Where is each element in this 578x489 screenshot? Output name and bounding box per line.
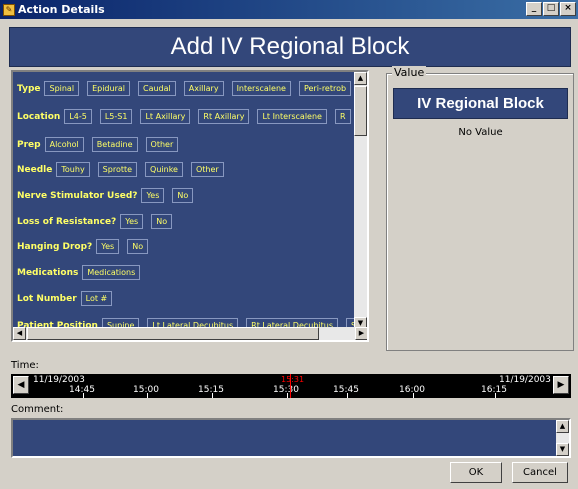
- option-button[interactable]: Rt Axillary: [198, 109, 250, 124]
- options-panel: Type Spinal Epidural Caudal Axillary Int…: [11, 70, 369, 342]
- title-bar: ✎ Action Details _ □ ×: [0, 0, 578, 19]
- option-button[interactable]: L5-S1: [99, 109, 133, 124]
- row-label: Hanging Drop?: [17, 241, 93, 252]
- timeline-tick-label: 15:15: [198, 385, 224, 395]
- option-button[interactable]: Alcohol: [44, 137, 84, 152]
- row-prep: Prep Alcohol Betadine Other: [17, 137, 186, 152]
- timeline-tick: [212, 393, 213, 398]
- comment-scrollbar[interactable]: ▲ ▼: [556, 420, 569, 456]
- timeline[interactable]: ◀ 11/19/2003 14:45 15:00 15:15 15:30 15:…: [11, 374, 571, 398]
- option-button[interactable]: No: [151, 214, 173, 229]
- row-loss-of-resistance: Loss of Resistance? Yes No: [17, 214, 180, 229]
- timeline-tick-label: 15:30: [273, 385, 299, 395]
- option-button[interactable]: L4-5: [64, 109, 92, 124]
- page-title: Add IV Regional Block: [170, 33, 410, 60]
- row-needle: Needle Touhy Sprotte Quinke Other: [17, 162, 232, 177]
- timeline-next-icon[interactable]: ▶: [553, 376, 569, 394]
- timeline-tick: [413, 393, 414, 398]
- timeline-prev-icon[interactable]: ◀: [13, 376, 29, 394]
- vertical-scrollbar[interactable]: ▲ ▼: [354, 72, 367, 330]
- timeline-tick-label: 14:45: [69, 385, 95, 395]
- comment-label: Comment:: [11, 404, 64, 415]
- time-label: Time:: [11, 360, 39, 371]
- option-button[interactable]: Epidural: [87, 81, 130, 96]
- option-button[interactable]: Yes: [96, 239, 120, 254]
- window-title: Action Details: [18, 3, 105, 16]
- row-location: Location L4-5 L5-S1 Lt Axillary Rt Axill…: [17, 109, 359, 124]
- current-time-label: 15:31: [281, 375, 305, 384]
- option-button[interactable]: Other: [190, 162, 224, 177]
- option-button[interactable]: Lt Axillary: [140, 109, 191, 124]
- row-label: Prep: [17, 139, 41, 150]
- timeline-tick-label: 15:00: [133, 385, 159, 395]
- timeline-tick-label: 16:00: [399, 385, 425, 395]
- timeline-left-date: 11/19/2003: [33, 375, 85, 385]
- timeline-right-date: 11/19/2003: [499, 375, 551, 385]
- maximize-button[interactable]: □: [543, 2, 559, 16]
- row-lot-number: Lot Number Lot #: [17, 291, 120, 306]
- row-label: Type: [17, 83, 41, 94]
- scroll-right-icon[interactable]: ▶: [355, 327, 367, 340]
- ok-button[interactable]: OK: [450, 462, 502, 483]
- option-button[interactable]: Spinal: [44, 81, 80, 96]
- row-label: Needle: [17, 164, 53, 175]
- option-button[interactable]: Other: [145, 137, 179, 152]
- window-controls: _ □ ×: [526, 2, 576, 16]
- row-hanging-drop: Hanging Drop? Yes No: [17, 239, 156, 254]
- option-button[interactable]: Yes: [120, 214, 144, 229]
- option-button[interactable]: Lt Interscalene: [257, 109, 327, 124]
- option-button[interactable]: Yes: [141, 188, 165, 203]
- scroll-up-icon[interactable]: ▲: [354, 72, 367, 85]
- row-label: Lot Number: [17, 293, 77, 304]
- scroll-left-icon[interactable]: ◀: [13, 327, 26, 340]
- no-value-text: No Value: [458, 127, 503, 138]
- option-button[interactable]: R: [334, 109, 351, 124]
- row-label: Loss of Resistance?: [17, 216, 117, 227]
- options-list: Type Spinal Epidural Caudal Axillary Int…: [13, 72, 367, 330]
- row-label: Medications: [17, 267, 79, 278]
- scroll-thumb[interactable]: [354, 86, 367, 136]
- option-button[interactable]: Interscalene: [231, 81, 291, 96]
- option-button[interactable]: Sprotte: [97, 162, 138, 177]
- timeline-tick: [83, 393, 84, 398]
- cancel-button[interactable]: Cancel: [512, 462, 568, 483]
- minimize-button[interactable]: _: [526, 2, 542, 16]
- option-button[interactable]: No: [127, 239, 149, 254]
- scroll-thumb[interactable]: [27, 327, 319, 340]
- value-legend: Value: [392, 66, 427, 79]
- timeline-tick: [147, 393, 148, 398]
- row-label: Nerve Stimulator Used?: [17, 190, 138, 201]
- close-button[interactable]: ×: [560, 2, 576, 16]
- option-button[interactable]: Touhy: [56, 162, 90, 177]
- option-button[interactable]: No: [172, 188, 194, 203]
- header-banner: Add IV Regional Block: [9, 27, 571, 67]
- app-icon: ✎: [3, 3, 15, 16]
- scroll-down-icon[interactable]: ▼: [556, 443, 569, 456]
- timeline-tick: [495, 393, 496, 398]
- selected-value-text: IV Regional Block: [417, 95, 544, 112]
- timeline-tick-label: 15:45: [333, 385, 359, 395]
- selected-value: IV Regional Block: [393, 88, 568, 119]
- option-button[interactable]: Axillary: [183, 81, 224, 96]
- option-button[interactable]: Medications: [82, 265, 141, 280]
- scroll-up-icon[interactable]: ▲: [556, 420, 569, 433]
- row-label: Location: [17, 111, 61, 122]
- option-button[interactable]: Caudal: [137, 81, 176, 96]
- option-button[interactable]: Lot #: [80, 291, 113, 306]
- option-button[interactable]: Betadine: [91, 137, 138, 152]
- option-button[interactable]: Quinke: [145, 162, 183, 177]
- timeline-tick: [347, 393, 348, 398]
- row-nerve-stimulator: Nerve Stimulator Used? Yes No: [17, 188, 201, 203]
- comment-input[interactable]: [11, 418, 571, 458]
- horizontal-scrollbar[interactable]: ◀ ▶: [13, 327, 367, 340]
- timeline-tick: [287, 393, 288, 398]
- timeline-tick-label: 16:15: [481, 385, 507, 395]
- row-medications: Medications Medications: [17, 265, 148, 280]
- option-button[interactable]: Peri-retrob: [298, 81, 352, 96]
- row-type: Type Spinal Epidural Caudal Axillary Int…: [17, 81, 359, 96]
